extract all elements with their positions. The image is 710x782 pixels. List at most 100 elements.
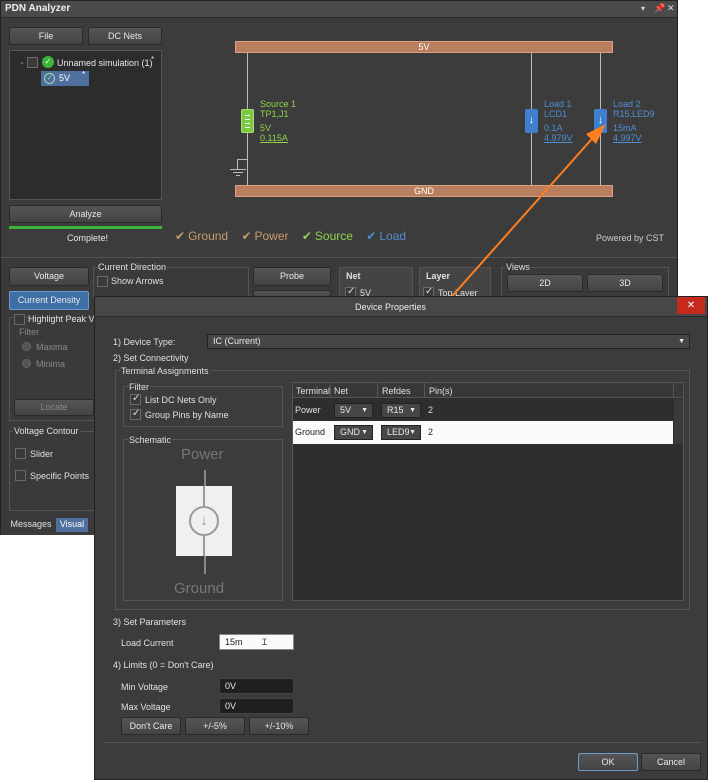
tab-messages[interactable]: Messages — [7, 518, 55, 532]
check-icon: ✔ — [366, 229, 377, 243]
expand-icon[interactable]: ⌄ — [19, 58, 25, 66]
dc-nets-button[interactable]: DC Nets — [88, 27, 162, 45]
load1-name: Load 1 — [544, 99, 572, 109]
specific-points-checkbox[interactable] — [15, 470, 26, 481]
cell-refdes: R15 — [387, 405, 404, 415]
min-voltage-label: Min Voltage — [121, 682, 169, 692]
source-icon[interactable] — [241, 109, 254, 133]
callout-arrow — [437, 124, 606, 313]
tree-item-5v[interactable]: ✓ 5V * — [41, 70, 89, 86]
schematic-ground-label: Ground — [174, 580, 225, 597]
legend-load: Load — [379, 229, 407, 243]
chevron-down-icon: ▼ — [361, 429, 368, 436]
maxima-label: Maxima — [36, 342, 68, 352]
net-dropdown[interactable]: GND ▼ — [334, 425, 373, 440]
ok-button[interactable]: OK — [578, 753, 638, 771]
table-header — [293, 383, 683, 398]
terminal-table: Terminal Net Refdes Pin(s) Power 5V ▼ R1… — [292, 382, 684, 601]
plus-minus-5-button[interactable]: +/-5% — [185, 717, 245, 735]
header-terminal: Terminal — [296, 386, 331, 396]
max-voltage-input[interactable]: 0V — [219, 698, 294, 714]
cell-terminal: Ground — [295, 427, 326, 437]
source-name: Source 1 — [260, 99, 297, 109]
current-density-button[interactable]: Current Density — [9, 291, 89, 310]
header-refdes: Refdes — [382, 386, 411, 396]
max-voltage-value: 0V — [225, 701, 237, 711]
radio-maxima-icon[interactable] — [22, 342, 31, 351]
refdes-dropdown[interactable]: LED9 ▼ — [381, 425, 421, 440]
voltage-button[interactable]: Voltage — [9, 267, 89, 286]
source-ref: TP1,J1 — [260, 109, 289, 119]
load-current-input[interactable]: 15m Ɪ — [219, 634, 294, 650]
slider-checkbox[interactable] — [15, 448, 26, 459]
device-type-label: 1) Device Type: — [113, 337, 176, 347]
load-device-icon: ↓ — [176, 486, 232, 556]
pin-icon[interactable]: 📌 — [654, 3, 665, 14]
legend: ✔ Ground ✔ Power ✔ Source ✔ Load — [175, 229, 406, 245]
analyze-button[interactable]: Analyze — [9, 205, 162, 223]
tree-root-label[interactable]: Unnamed simulation (1) — [57, 58, 153, 68]
rail-5v: 5V — [235, 41, 613, 53]
load2-voltage[interactable]: 4.997V — [613, 133, 642, 143]
rail-5v-label: 5V — [418, 42, 430, 52]
legend-ground: Ground — [188, 229, 229, 243]
group-pins-label: Group Pins by Name — [145, 410, 229, 420]
simulation-checkbox[interactable] — [27, 57, 38, 68]
modified-mark: * — [82, 70, 86, 79]
chevron-down-icon: ▼ — [409, 407, 416, 414]
close-button[interactable]: ✕ — [677, 297, 705, 314]
min-voltage-value: 0V — [225, 681, 237, 691]
net-dropdown[interactable]: 5V ▼ — [334, 403, 373, 418]
list-dc-nets-checkbox[interactable] — [130, 393, 141, 405]
check-icon: ✔ — [301, 229, 312, 243]
text-cursor-icon: Ɪ — [262, 637, 268, 647]
dropdown-icon[interactable]: ▾ — [641, 4, 645, 13]
progress-bar — [9, 226, 162, 229]
show-arrows-checkbox[interactable] — [97, 276, 108, 287]
group-title: Voltage Contour — [13, 426, 80, 436]
file-button[interactable]: File — [9, 27, 83, 45]
source-current[interactable]: 0.115A — [260, 133, 288, 143]
cancel-button[interactable]: Cancel — [641, 753, 701, 771]
dont-care-button[interactable]: Don't Care — [121, 717, 181, 735]
table-row[interactable]: Power 5V ▼ R15 ▼ 2 — [293, 399, 673, 421]
group-title: Current Direction — [97, 262, 168, 272]
simulation-tree: ⌄ ✓ Unnamed simulation (1) * ✓ 5V * — [9, 50, 162, 200]
cell-refdes: LED9 — [387, 427, 410, 437]
wire — [204, 556, 206, 574]
table-row[interactable]: Ground GND ▼ LED9 ▼ 2 — [293, 421, 673, 444]
modified-mark: * — [151, 55, 155, 64]
limits-label: 4) Limits (0 = Don't Care) — [113, 660, 214, 670]
cell-net: GND — [340, 427, 360, 437]
list-dc-nets-label: List DC Nets Only — [145, 395, 217, 405]
min-voltage-input[interactable]: 0V — [219, 678, 294, 694]
device-type-value: IC (Current) — [213, 336, 261, 346]
minima-label: Minima — [36, 359, 66, 369]
group-title: Terminal Assignments — [120, 366, 210, 376]
refdes-dropdown[interactable]: R15 ▼ — [381, 403, 421, 418]
ground-symbol-icon — [229, 159, 247, 179]
plus-minus-10-button[interactable]: +/-10% — [249, 717, 309, 735]
check-icon: ✔ — [175, 229, 186, 243]
filter-label: Filter — [19, 327, 39, 337]
chevron-down-icon: ▼ — [409, 429, 416, 436]
locate-button[interactable]: Locate — [14, 399, 94, 416]
max-voltage-label: Max Voltage — [121, 702, 171, 712]
tab-label: Visual — [59, 519, 85, 529]
check-icon: ✔ — [241, 229, 252, 243]
wire — [204, 470, 206, 486]
title-bar: PDN Analyzer ▾ 📌 ✕ — [1, 1, 677, 18]
highlight-peak-checkbox[interactable] — [14, 314, 25, 325]
close-icon[interactable]: ✕ — [667, 3, 675, 14]
specific-points-label: Specific Points — [30, 471, 90, 481]
tree-item-label: 5V — [59, 73, 71, 83]
device-properties-dialog: Device Properties ✕ 1) Device Type: IC (… — [94, 296, 708, 780]
group-pins-checkbox[interactable] — [130, 408, 141, 420]
load2-name: Load 2 — [613, 99, 641, 109]
tab-visual[interactable]: Visual — [56, 518, 88, 532]
radio-minima-icon[interactable] — [22, 359, 31, 368]
probe-button[interactable]: Probe — [253, 267, 331, 286]
table-scrollbar[interactable] — [674, 399, 683, 444]
device-type-dropdown[interactable]: IC (Current) ▼ — [207, 334, 690, 349]
dialog-title-bar: Device Properties ✕ — [95, 297, 707, 317]
